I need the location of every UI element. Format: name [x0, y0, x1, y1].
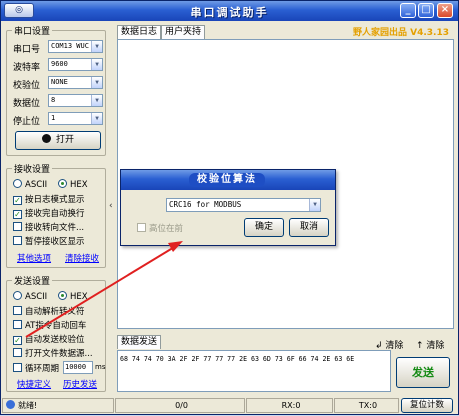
main-window: ◎ 串口调试助手 _ □ × 串口设置 串口号 COM13 WUC ▼ 波特率 9… [0, 0, 459, 415]
annotation-arrow [25, 241, 183, 338]
